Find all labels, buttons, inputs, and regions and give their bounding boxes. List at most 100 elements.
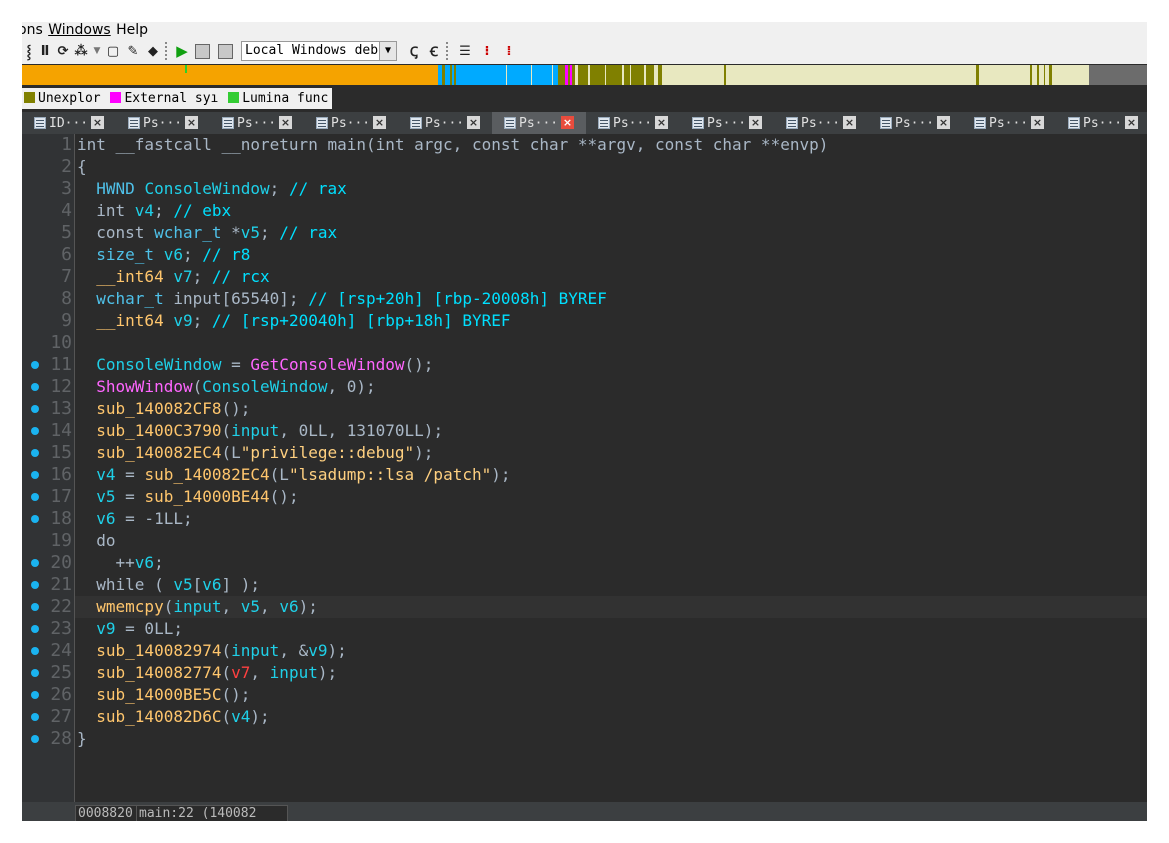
- code-token: wchar_t: [154, 223, 222, 242]
- code-line[interactable]: while ( v5[v6] );: [77, 574, 260, 596]
- code-line[interactable]: do: [77, 530, 115, 552]
- code-line[interactable]: wmemcpy(input, v5, v6);: [77, 596, 318, 618]
- breakpoint-marker-icon[interactable]: [31, 713, 39, 721]
- breakpoint-marker-icon[interactable]: [31, 515, 39, 523]
- code-line[interactable]: sub_140082774(v7, input);: [77, 662, 337, 684]
- tab-7[interactable]: Ps··· ×: [586, 112, 680, 134]
- tab-5[interactable]: Ps··· ×: [398, 112, 492, 134]
- pause-icon[interactable]: [195, 43, 210, 59]
- code-line[interactable]: {: [77, 156, 87, 178]
- close-icon[interactable]: ×: [749, 116, 762, 129]
- code-line[interactable]: sub_140082974(input, &v9);: [77, 640, 346, 662]
- code-line[interactable]: v6 = -1LL;: [77, 508, 192, 530]
- close-icon[interactable]: ×: [655, 116, 668, 129]
- code-line[interactable]: wchar_t input[65540]; // [rsp+20h] [rbp-…: [77, 288, 607, 310]
- code-line[interactable]: __int64 v9; // [rsp+20040h] [rbp+18h] BY…: [77, 310, 510, 332]
- play-icon[interactable]: ▶: [173, 41, 191, 61]
- breakpoint-marker-icon[interactable]: [31, 427, 39, 435]
- breakpoint-marker-icon[interactable]: [31, 493, 39, 501]
- breakpoint-marker-icon[interactable]: [31, 735, 39, 743]
- code-line[interactable]: size_t v6; // r8: [77, 244, 250, 266]
- code-line[interactable]: v4 = sub_140082EC4(L"lsadump::lsa /patch…: [77, 464, 510, 486]
- code-line[interactable]: ++v6;: [77, 552, 164, 574]
- tab-10[interactable]: Ps··· ×: [868, 112, 962, 134]
- step-into-icon[interactable]: ☰: [454, 41, 476, 61]
- code-token: ;: [192, 311, 212, 330]
- code-line[interactable]: __int64 v7; // rcx: [77, 266, 269, 288]
- legend-swatch-lumina: [228, 92, 240, 103]
- code-line[interactable]: HWND ConsoleWindow; // rax: [77, 178, 346, 200]
- close-icon[interactable]: ×: [373, 116, 386, 129]
- close-icon[interactable]: ×: [1125, 116, 1138, 129]
- breakpoint-marker-icon[interactable]: [31, 559, 39, 567]
- line-number: 21: [50, 574, 72, 595]
- navigation-band[interactable]: [22, 65, 1147, 85]
- code-line[interactable]: }: [77, 728, 87, 750]
- line-number: 27: [50, 706, 72, 727]
- code-line[interactable]: sub_140082D6C(v4);: [77, 706, 269, 728]
- tab-11[interactable]: Ps··· ×: [962, 112, 1056, 134]
- view-icon[interactable]: ⸾: [22, 41, 36, 61]
- tab-4[interactable]: Ps··· ×: [304, 112, 398, 134]
- close-icon[interactable]: ×: [91, 116, 104, 129]
- close-icon[interactable]: ×: [843, 116, 856, 129]
- breakpoint-marker-icon[interactable]: [31, 405, 39, 413]
- step-out-icon[interactable]: ⁞: [498, 41, 520, 61]
- close-icon[interactable]: ×: [467, 116, 480, 129]
- stop-icon[interactable]: [218, 43, 233, 59]
- code-line[interactable]: const wchar_t *v5; // rax: [77, 222, 337, 244]
- breakpoint-marker-icon[interactable]: [31, 383, 39, 391]
- code-line[interactable]: ConsoleWindow = GetConsoleWindow();: [77, 354, 433, 376]
- struct-icon[interactable]: ⁂: [72, 41, 90, 61]
- breakpoint-marker-icon[interactable]: [31, 603, 39, 611]
- chevron-down-icon[interactable]: ▼: [380, 41, 397, 61]
- detach-icon[interactable]: Ꞓ: [425, 41, 443, 61]
- code-line[interactable]: sub_140082CF8();: [77, 398, 250, 420]
- tab-9[interactable]: Ps··· ×: [774, 112, 868, 134]
- code-line[interactable]: sub_140082EC4(L"privilege::debug");: [77, 442, 433, 464]
- loop-icon[interactable]: ⟳: [54, 41, 72, 61]
- diamond-icon[interactable]: ◆: [144, 41, 162, 61]
- code-token: ++: [77, 553, 135, 572]
- tab-1[interactable]: ID··· ×: [22, 112, 116, 134]
- breakpoint-marker-icon[interactable]: [31, 669, 39, 677]
- code-line[interactable]: v9 = 0LL;: [77, 618, 183, 640]
- close-icon[interactable]: ×: [937, 116, 950, 129]
- step-over-icon[interactable]: ⁝: [476, 41, 498, 61]
- tab-12[interactable]: Ps··· ×: [1056, 112, 1147, 134]
- debugger-select[interactable]: Local Windows deb ▼: [241, 41, 397, 61]
- tab-3[interactable]: Ps··· ×: [210, 112, 304, 134]
- breakpoint-marker-icon[interactable]: [31, 471, 39, 479]
- breakpoint-marker-icon[interactable]: [31, 581, 39, 589]
- menu-help[interactable]: Help: [116, 22, 148, 38]
- line-number: 15: [50, 442, 72, 463]
- menu-windows[interactable]: Windows: [48, 22, 111, 38]
- edit-icon[interactable]: ✎: [122, 41, 144, 61]
- code-line[interactable]: sub_1400C3790(input, 0LL, 131070LL);: [77, 420, 443, 442]
- close-icon[interactable]: ×: [1031, 116, 1044, 129]
- pseudocode-view[interactable]: 1 2 3 4 5 6 7 8 9 10 11 12 13 14 15 16 17 18 19 20 21 22 23 24 2…: [22, 134, 1147, 802]
- breakpoint-marker-icon[interactable]: [31, 449, 39, 457]
- frame-icon[interactable]: ▢: [104, 41, 122, 61]
- breakpoint-marker-icon[interactable]: [31, 691, 39, 699]
- close-icon[interactable]: ×: [185, 116, 198, 129]
- code-line[interactable]: ShowWindow(ConsoleWindow, 0);: [77, 376, 375, 398]
- code-token: = 0LL;: [115, 619, 183, 638]
- breakpoint-marker-icon[interactable]: [31, 625, 39, 633]
- code-line[interactable]: v5 = sub_14000BE44();: [77, 486, 298, 508]
- menu-options[interactable]: ons: [22, 22, 43, 38]
- breakpoint-marker-icon[interactable]: [31, 647, 39, 655]
- tab-6[interactable]: Ps··· ×: [492, 112, 586, 134]
- tab-2[interactable]: Ps··· ×: [116, 112, 210, 134]
- close-icon[interactable]: ×: [279, 116, 292, 129]
- breakpoint-marker-icon[interactable]: [31, 361, 39, 369]
- tab-8[interactable]: Ps··· ×: [680, 112, 774, 134]
- close-icon[interactable]: ×: [561, 116, 574, 129]
- trace-icon[interactable]: Ⅱ: [36, 41, 54, 61]
- dropdown-icon[interactable]: ▼: [90, 41, 104, 61]
- code-line[interactable]: int __fastcall __noreturn main(int argc,…: [77, 134, 828, 156]
- code-line[interactable]: int v4; // ebx: [77, 200, 231, 222]
- code-line[interactable]: sub_14000BE5C();: [77, 684, 250, 706]
- attach-icon[interactable]: Ꞔ: [403, 41, 425, 61]
